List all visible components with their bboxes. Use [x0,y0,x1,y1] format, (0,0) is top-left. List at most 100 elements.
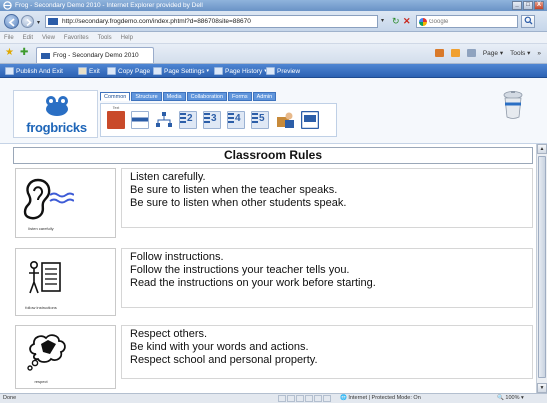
security-zone[interactable]: 🌐 Internet | Protected Mode: On [340,395,421,401]
maximize-button[interactable]: □ [523,1,533,10]
stop-icon[interactable]: ✕ [403,16,413,26]
editor-panel: frogbricks Common Structure Media Collab… [0,78,547,144]
page-history-icon [214,67,223,75]
menu-tools[interactable]: Tools [98,35,112,41]
frog-logo-icon [46,96,68,116]
tab-common[interactable]: Common [100,92,131,101]
page-title: Classroom Rules [13,147,533,164]
scroll-up-button[interactable]: ▲ [537,144,547,154]
status-bar: Done 🌐 Internet | Protected Mode: On 🔍 1… [0,393,547,403]
trash-icon[interactable] [502,90,524,120]
copy-page-button[interactable]: Copy Page [107,66,150,76]
search-icon [524,16,532,25]
three-column-widget[interactable]: 3 [203,107,221,132]
close-button[interactable]: X [534,1,544,10]
ie-logo-icon [3,1,12,10]
address-bar: ▾ http://secondary.frogdemo.com/index.ph… [0,11,547,32]
window-title: Frog - Secondary Demo 2010 - Internet Ex… [15,2,203,9]
text-widget[interactable]: Text [107,106,125,132]
rule-heading: Respect others. [130,328,208,340]
tab-collaboration[interactable]: Collaboration [186,92,228,101]
menu-view[interactable]: View [42,35,55,41]
tools-menu-label: Tools [510,50,526,57]
rule-text[interactable]: Listen carefully. Be sure to listen when… [121,168,533,228]
two-column-widget[interactable]: 2 [179,107,197,132]
menu-help[interactable]: Help [121,35,133,41]
two-column-number: 2 [187,113,193,124]
search-input[interactable] [429,16,515,27]
people-icon [277,112,294,128]
rule-caption: respect [34,379,48,384]
history-dropdown-icon[interactable]: ▾ [37,19,40,26]
tab-admin[interactable]: Admin [252,92,277,101]
status-panels [278,395,331,402]
search-box[interactable] [416,15,518,28]
logo-text: frogbricks [26,120,87,135]
column-lines-icon [204,113,210,125]
home-icon[interactable] [434,49,444,57]
menu-favorites[interactable]: Favorites [64,35,89,41]
url-dropdown-icon[interactable]: ▾ [381,17,390,26]
browser-tab[interactable]: Frog - Secondary Demo 2010 [36,47,154,63]
rule-line: Read the instructions on your work befor… [130,277,376,289]
print-icon[interactable] [466,49,476,57]
rule-caption: listen carefully [28,226,54,231]
people-widget[interactable] [277,107,295,132]
scroll-thumb[interactable] [538,156,546,378]
menu-file[interactable]: File [4,35,14,41]
tab-structure[interactable]: Structure [131,92,162,101]
feeds-icon[interactable] [450,49,460,57]
five-column-number: 5 [259,113,265,124]
window-widget[interactable] [301,107,319,132]
publish-label: Publish And Exit [16,67,63,75]
heading-widget[interactable] [131,107,149,132]
scroll-down-button[interactable]: ▼ [537,383,547,393]
tab-forms[interactable]: Forms [228,92,252,101]
back-button[interactable] [4,14,19,29]
favorites-star-icon[interactable]: ★ [5,48,14,58]
page-menu[interactable]: Page ▾ [483,49,503,57]
more-commands[interactable]: » [537,50,541,57]
copy-page-icon [107,67,116,75]
publish-icon [5,67,14,75]
preview-button[interactable]: Preview [266,66,300,76]
four-column-widget[interactable]: 4 [227,107,245,132]
publish-and-exit-button[interactable]: Publish And Exit [5,66,63,76]
zoom-level[interactable]: 🔍 100% ▾ [497,395,524,401]
exit-button[interactable]: Exit [78,66,100,76]
rule-image: follow instructions [15,248,116,316]
add-favorite-icon[interactable]: ✚ [20,48,28,58]
sitemap-widget[interactable] [155,107,173,132]
sitemap-icon [155,111,173,129]
tools-menu[interactable]: Tools ▾ [510,49,530,57]
preview-label: Preview [277,67,301,75]
tab-bar: ★ ✚ Frog - Secondary Demo 2010 Page ▾ To… [0,44,547,64]
rule-line: Respect school and personal property. [130,354,318,366]
refresh-icon[interactable]: ↻ [392,16,402,26]
rule-heading: Follow instructions. [130,251,224,263]
search-button[interactable] [521,15,535,28]
text-widget-label: Text [112,106,120,110]
url-field[interactable]: http://secondary.frogdemo.com/index.phtm… [45,15,378,28]
exit-label: Exit [89,67,100,75]
rule-text[interactable]: Respect others. Be kind with your words … [121,325,533,379]
forward-button[interactable] [21,15,34,28]
page-history-button[interactable]: Page History ▾ [214,66,267,76]
vertical-scrollbar[interactable]: ▲ ▼ [536,144,547,393]
rule-line: Be kind with your words and actions. [130,341,309,353]
frogbricks-logo: frogbricks [13,90,98,138]
five-column-widget[interactable]: 5 [251,107,269,132]
page-menu-label: Page [482,50,499,57]
follow-instructions-icon [29,260,61,294]
tab-media[interactable]: Media [162,92,186,101]
rule-text[interactable]: Follow instructions. Follow the instruct… [121,248,533,308]
url-text: http://secondary.frogdemo.com/index.phtm… [62,18,251,25]
zoom-label: 100% [505,395,520,401]
text-widget-icon [107,111,125,129]
menu-edit[interactable]: Edit [23,35,33,41]
page-settings-button[interactable]: Page Settings ▾ [153,66,209,76]
site-favicon [48,18,58,25]
column-lines-icon [228,113,234,125]
rule-image: respect [15,325,116,389]
minimize-button[interactable]: _ [512,1,522,10]
